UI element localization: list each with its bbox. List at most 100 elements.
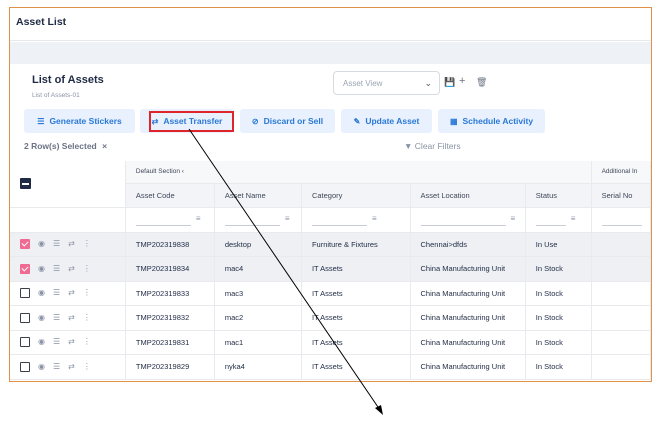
filter-cell-serial-no[interactable]: [591, 207, 651, 233]
plus-icon[interactable]: +: [459, 75, 465, 87]
cell-category: Furniture & Fixtures: [301, 232, 411, 257]
table-row[interactable]: ◉ ☰ ⇄ ⋮ TMP202319838 desktop Furniture & Fixtu…: [10, 232, 651, 257]
row-checkbox[interactable]: [20, 288, 30, 299]
column-header-status[interactable]: Status: [525, 183, 592, 208]
cell-serial-no: [591, 305, 651, 331]
filter-icon[interactable]: ≡: [571, 214, 576, 223]
column-header-serial-no[interactable]: Serial No: [591, 183, 651, 208]
filter-icon[interactable]: ≡: [511, 214, 516, 223]
transfer-icon[interactable]: ⇄: [68, 288, 75, 297]
more-icon[interactable]: ⋮: [83, 288, 91, 297]
more-icon[interactable]: ⋮: [83, 264, 91, 273]
list-icon[interactable]: ☰: [53, 313, 60, 322]
app-window: Asset List List of Assets List of Assets…: [9, 7, 652, 382]
eye-icon[interactable]: ◉: [38, 313, 45, 322]
more-icon[interactable]: ⋮: [83, 362, 91, 371]
eye-icon[interactable]: ◉: [38, 362, 45, 371]
eye-icon[interactable]: ◉: [38, 264, 45, 273]
clear-filters-button[interactable]: ▼ Clear Filters: [404, 141, 461, 151]
select-all-cell[interactable]: [10, 161, 126, 208]
filter-input[interactable]: [224, 214, 280, 226]
cell-asset-location: China Manufacturing Unit: [410, 354, 526, 380]
filter-input[interactable]: [535, 214, 566, 226]
table-row[interactable]: ◉ ☰ ⇄ ⋮ TMP202319829 nyka4 IT Assets China Manu…: [10, 354, 651, 380]
update-asset-button[interactable]: ✎ Update Asset: [341, 109, 432, 133]
column-header-category[interactable]: Category: [301, 183, 411, 208]
cell-asset-code[interactable]: TMP202319833: [125, 281, 215, 306]
filter-cell-category[interactable]: ≡: [301, 207, 411, 233]
app-title: Asset List: [16, 16, 67, 28]
highlight-box: [149, 111, 234, 132]
table-row[interactable]: ◉ ☰ ⇄ ⋮ TMP202319834 mac4 IT Assets China Manuf…: [10, 256, 651, 282]
filter-input[interactable]: [311, 214, 367, 226]
filter-input[interactable]: [601, 214, 642, 226]
cell-asset-name: mac3: [214, 281, 302, 306]
row-actions-cell: ◉ ☰ ⇄ ⋮: [10, 256, 126, 282]
transfer-icon[interactable]: ⇄: [68, 239, 75, 248]
cell-category: IT Assets: [301, 330, 411, 355]
transfer-icon[interactable]: ⇄: [68, 313, 75, 322]
asset-table: Default Section ‹ Additional In Asset Co…: [10, 161, 651, 380]
filter-icon[interactable]: ≡: [285, 214, 290, 223]
cell-asset-code[interactable]: TMP202319834: [125, 256, 215, 282]
column-header-asset-code[interactable]: Asset Code: [125, 183, 215, 208]
select-all-checkbox[interactable]: [20, 178, 31, 190]
filter-cell-asset-code[interactable]: ≡: [125, 207, 215, 233]
default-section-label: Default Section: [135, 168, 180, 176]
row-checkbox[interactable]: [20, 263, 30, 274]
cell-asset-name: nyka4: [214, 354, 302, 380]
table-row[interactable]: ◉ ☰ ⇄ ⋮ TMP202319832 mac2 IT Assets China Manuf…: [10, 305, 651, 331]
filter-cell-asset-name[interactable]: ≡: [214, 207, 302, 233]
eye-icon[interactable]: ◉: [38, 239, 45, 248]
row-checkbox[interactable]: [20, 312, 30, 323]
eye-icon[interactable]: ◉: [38, 337, 45, 346]
list-icon[interactable]: ☰: [53, 264, 60, 273]
chevron-left-icon[interactable]: ‹: [182, 168, 184, 175]
column-header-asset-name[interactable]: Asset Name: [214, 183, 302, 208]
filter-icon[interactable]: ≡: [372, 214, 377, 223]
row-checkbox[interactable]: [20, 361, 30, 372]
asset-view-select[interactable]: Asset View ⌄: [333, 71, 440, 95]
filter-icon[interactable]: ≡: [196, 214, 201, 223]
column-header-asset-location[interactable]: Asset Location: [410, 183, 526, 208]
close-icon[interactable]: ×: [102, 141, 107, 151]
schedule-activity-button[interactable]: ▦ Schedule Activity: [438, 109, 545, 133]
table-row[interactable]: ◉ ☰ ⇄ ⋮ TMP202319831 mac1 IT Assets China Manuf…: [10, 330, 651, 355]
filter-spacer: [10, 207, 126, 233]
trash-icon[interactable]: 🗑: [476, 77, 487, 88]
additional-section-header: Additional In: [591, 161, 651, 184]
row-checkbox[interactable]: [20, 239, 30, 250]
transfer-icon[interactable]: ⇄: [68, 337, 75, 346]
list-icon[interactable]: ☰: [53, 337, 60, 346]
cell-asset-code[interactable]: TMP202319838: [125, 232, 215, 257]
eye-icon[interactable]: ◉: [38, 288, 45, 297]
row-actions-cell: ◉ ☰ ⇄ ⋮: [10, 281, 126, 306]
save-icon[interactable]: 💾: [444, 77, 455, 88]
filter-input[interactable]: [135, 214, 191, 226]
cell-category: IT Assets: [301, 281, 411, 306]
cell-category: IT Assets: [301, 305, 411, 331]
more-icon[interactable]: ⋮: [83, 313, 91, 322]
filter-cell-status[interactable]: ≡: [525, 207, 592, 233]
more-icon[interactable]: ⋮: [83, 239, 91, 248]
cell-status: In Stock: [525, 330, 592, 355]
row-actions-cell: ◉ ☰ ⇄ ⋮: [10, 305, 126, 331]
list-icon[interactable]: ☰: [53, 239, 60, 248]
cell-asset-code[interactable]: TMP202319829: [125, 354, 215, 380]
row-actions-cell: ◉ ☰ ⇄ ⋮: [10, 232, 126, 257]
list-icon[interactable]: ☰: [53, 362, 60, 371]
transfer-icon[interactable]: ⇄: [68, 264, 75, 273]
calendar-icon: ▦: [449, 116, 458, 126]
list-icon[interactable]: ☰: [53, 288, 60, 297]
filter-input[interactable]: [420, 214, 506, 226]
filter-cell-asset-location[interactable]: ≡: [410, 207, 526, 233]
cell-category: IT Assets: [301, 256, 411, 282]
cell-asset-code[interactable]: TMP202319831: [125, 330, 215, 355]
generate-stickers-button[interactable]: ☰ Generate Stickers: [24, 109, 135, 133]
cell-asset-code[interactable]: TMP202319832: [125, 305, 215, 331]
discard-or-sell-button[interactable]: ⊘ Discard or Sell: [240, 109, 335, 133]
table-row[interactable]: ◉ ☰ ⇄ ⋮ TMP202319833 mac3 IT Assets China Manuf…: [10, 281, 651, 306]
more-icon[interactable]: ⋮: [83, 337, 91, 346]
transfer-icon[interactable]: ⇄: [68, 362, 75, 371]
row-checkbox[interactable]: [20, 337, 30, 348]
